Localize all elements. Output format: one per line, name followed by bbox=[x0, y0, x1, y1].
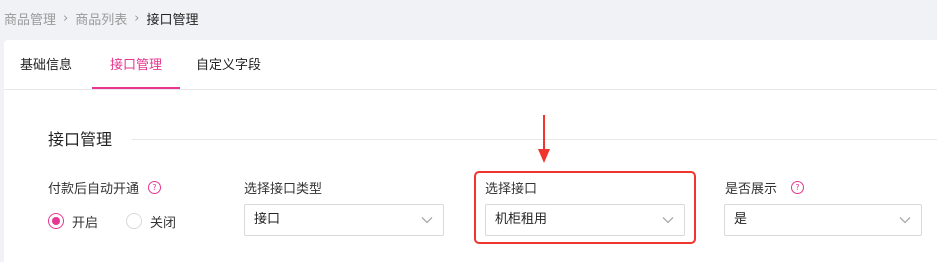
tab-custom-fields[interactable]: 自定义字段 bbox=[196, 40, 261, 89]
interface-type-value: 接口 bbox=[254, 212, 281, 227]
breadcrumb-item-product-list[interactable]: 商品列表 bbox=[75, 9, 127, 28]
auto-open-radio-group: 开启 关闭 bbox=[48, 210, 176, 232]
question-circle-icon[interactable]: ? bbox=[791, 181, 805, 194]
radio-unchecked-icon bbox=[126, 213, 143, 229]
chevron-down-icon bbox=[421, 205, 433, 235]
tab-basic-info[interactable]: 基础信息 bbox=[20, 40, 72, 89]
breadcrumb-current: 接口管理 bbox=[146, 12, 199, 28]
display-label: 是否展示 bbox=[725, 182, 778, 197]
interface-type-field-label: 选择接口类型 bbox=[244, 178, 322, 197]
radio-checked-icon bbox=[48, 213, 64, 229]
radio-disable-label: 关闭 bbox=[150, 215, 177, 231]
breadcrumb-separator-icon: › bbox=[134, 10, 140, 26]
interface-type-select[interactable]: 接口 bbox=[244, 204, 444, 236]
display-select[interactable]: 是 bbox=[724, 204, 922, 236]
radio-disable[interactable]: 关闭 bbox=[126, 212, 176, 231]
tab-interface-management[interactable]: 接口管理 bbox=[92, 40, 180, 89]
arrow-down-icon bbox=[538, 115, 550, 163]
auto-open-label: 付款后自动开通 bbox=[48, 182, 140, 197]
radio-enable[interactable]: 开启 bbox=[48, 212, 98, 231]
chevron-down-icon bbox=[899, 205, 911, 235]
auto-open-field-label: 付款后自动开通 ? bbox=[48, 178, 162, 197]
question-circle-icon[interactable]: ? bbox=[148, 181, 162, 194]
breadcrumb: 商品管理 › 商品列表 › 接口管理 bbox=[4, 0, 198, 36]
breadcrumb-item-product-management[interactable]: 商品管理 bbox=[4, 9, 56, 28]
radio-enable-label: 开启 bbox=[72, 215, 99, 231]
breadcrumb-separator-icon: › bbox=[63, 10, 69, 26]
section-title: 接口管理 bbox=[48, 130, 113, 149]
content-card: 基础信息 接口管理 自定义字段 接口管理 付款后自动开通 ? 开启 关闭 选择接… bbox=[4, 40, 937, 262]
section-divider bbox=[132, 139, 937, 140]
display-field-label: 是否展示 ? bbox=[725, 178, 805, 197]
highlight-box bbox=[474, 171, 696, 244]
display-value: 是 bbox=[734, 212, 748, 227]
interface-type-label: 选择接口类型 bbox=[244, 182, 323, 197]
tab-bar: 基础信息 接口管理 自定义字段 bbox=[4, 40, 937, 90]
